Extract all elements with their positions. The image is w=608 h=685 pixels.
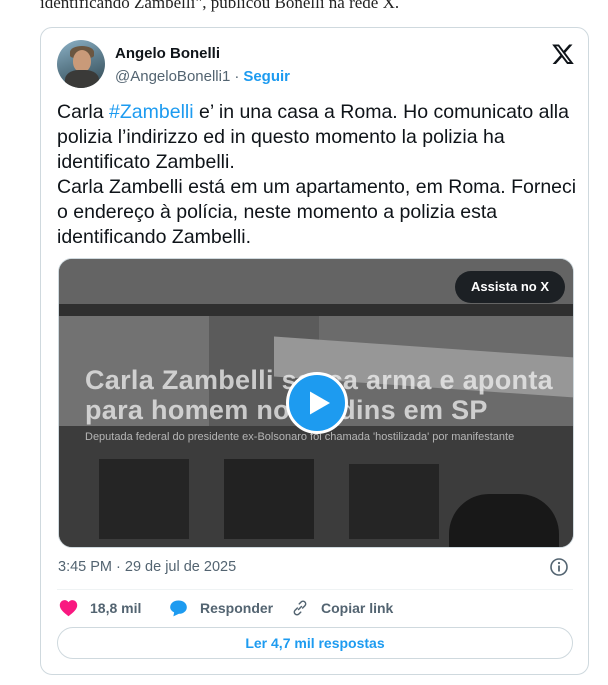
play-icon — [310, 391, 330, 415]
heart-icon — [59, 600, 78, 617]
info-icon[interactable] — [549, 557, 569, 577]
tweet-text-start: Carla — [57, 101, 110, 123]
author-handle[interactable]: @AngeloBonelli1 — [115, 68, 230, 85]
author-name[interactable]: Angelo Bonelli — [115, 45, 220, 62]
hashtag-link[interactable]: #Zambelli — [109, 101, 194, 123]
like-count: 18,8 mil — [90, 600, 142, 616]
copy-link-button[interactable]: Copiar link — [291, 598, 393, 618]
follow-button[interactable]: Seguir — [243, 68, 290, 85]
author-handle-row: @AngeloBonelli1 · Seguir — [115, 68, 290, 85]
reply-label: Responder — [200, 600, 274, 616]
video-thumbnail[interactable]: Carla Zambelli sacca arma e aponta para … — [58, 258, 574, 548]
article-text-fragment: identificando Zambelli", publicou Bonell… — [40, 0, 400, 12]
x-logo-icon[interactable] — [551, 42, 575, 66]
link-icon — [293, 600, 307, 616]
watch-on-x-button[interactable]: Assista no X — [454, 271, 565, 303]
like-button[interactable]: 18,8 mil — [59, 598, 141, 618]
tweet-header: Angelo Bonelli @AngeloBonelli1 · Seguir — [57, 40, 577, 90]
play-button[interactable] — [286, 372, 348, 434]
tweet-text-rest: e’ in una casa a Roma. Ho comunicato all… — [57, 101, 577, 248]
reply-button[interactable]: Responder — [169, 598, 273, 618]
separator-dot: · — [234, 68, 240, 85]
video-subline: Deputada federal do presidente ex-Bolson… — [85, 431, 515, 443]
copy-link-label: Copiar link — [321, 600, 394, 616]
tweet-timestamp[interactable]: 3:45 PM · 29 de jul de 2025 — [58, 559, 236, 575]
read-replies-button[interactable]: Ler 4,7 mil respostas — [57, 627, 573, 659]
tweet-actions: 18,8 mil Responder Copiar link — [59, 598, 579, 618]
avatar[interactable] — [57, 40, 105, 88]
reply-bubble-icon — [170, 600, 187, 617]
tweet-text: Carla #Zambelli e’ in una casa a Roma. H… — [57, 100, 577, 250]
embedded-tweet-card[interactable]: Angelo Bonelli @AngeloBonelli1 · Seguir Ca… — [40, 27, 589, 675]
divider — [57, 589, 573, 590]
